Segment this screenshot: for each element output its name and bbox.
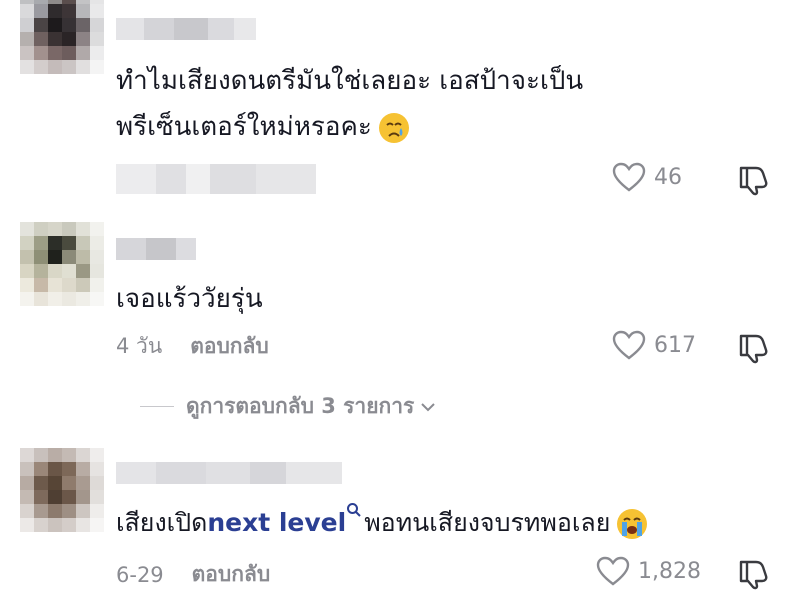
like-count: 46: [654, 164, 682, 190]
like-count: 617: [654, 332, 696, 358]
comment-text: เสียงเปิดnext level พอทนเสียงจบรทพอเลย: [116, 500, 648, 546]
comment-text: ทำไมเสียงดนตรีมันใช่เลยอะ เอสป้าจะเป็น พ…: [116, 66, 584, 143]
comment-meta: 4 วัน ตอบกลับ: [116, 330, 269, 363]
search-icon: [347, 503, 361, 517]
like-button[interactable]: 1,828: [596, 556, 701, 586]
heart-icon: [596, 556, 630, 586]
like-button[interactable]: 46: [612, 162, 682, 192]
avatar[interactable]: [20, 222, 104, 306]
heart-icon: [612, 330, 646, 360]
search-link[interactable]: next level: [207, 503, 364, 537]
username[interactable]: [116, 238, 196, 260]
avatar[interactable]: [20, 0, 104, 74]
chevron-down-icon: [421, 402, 436, 411]
username[interactable]: [116, 462, 342, 484]
heart-icon: [612, 162, 646, 192]
divider: [140, 406, 174, 407]
loudly-crying-face-emoji: [617, 509, 648, 539]
dislike-icon[interactable]: [736, 556, 770, 590]
like-button[interactable]: 617: [612, 330, 696, 360]
like-count: 1,828: [638, 558, 701, 584]
crying-face-emoji: [378, 112, 409, 143]
avatar[interactable]: [20, 448, 104, 532]
comment-time: 6-29: [116, 562, 164, 587]
view-replies-button[interactable]: ดูการตอบกลับ 3 รายการ: [140, 390, 436, 423]
reply-button[interactable]: ตอบกลับ: [190, 330, 269, 363]
username[interactable]: [116, 18, 256, 40]
reply-button[interactable]: ตอบกลับ: [192, 558, 271, 591]
comment-meta: 6-29 ตอบกลับ: [116, 558, 270, 591]
dislike-icon[interactable]: [736, 330, 770, 364]
comment-text: เจอแร้ววัยรุ่น: [116, 284, 263, 314]
view-replies-label: ดูการตอบกลับ 3 รายการ: [186, 394, 415, 418]
comment-time: 4 วัน: [116, 334, 163, 358]
comment-meta: [116, 164, 316, 194]
dislike-icon[interactable]: [736, 162, 770, 196]
